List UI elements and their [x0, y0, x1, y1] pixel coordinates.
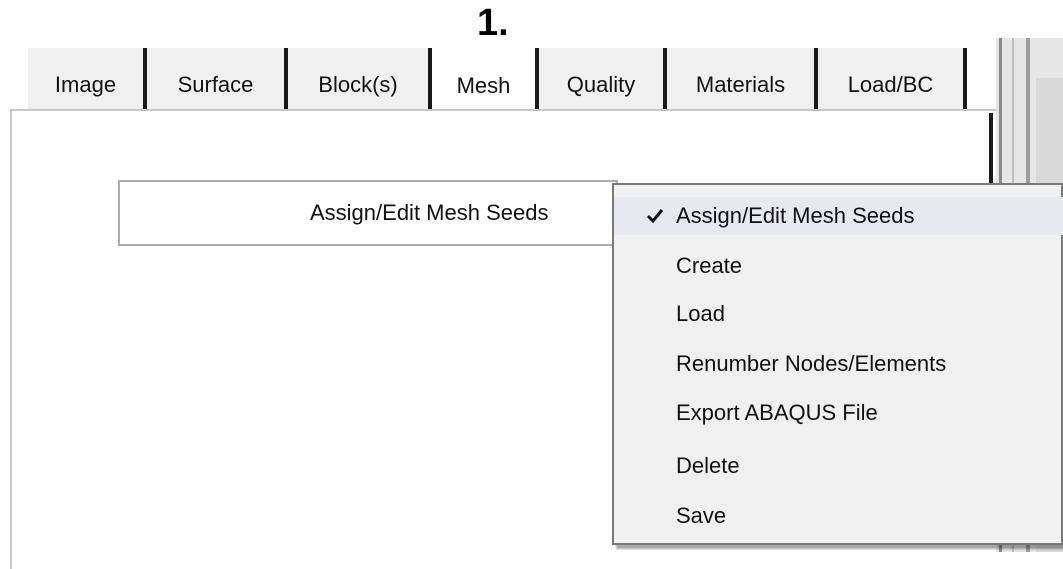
menu-item-label: Export ABAQUS File: [676, 400, 878, 425]
tab-surface[interactable]: Surface: [147, 48, 288, 111]
tab-blocks[interactable]: Block(s): [288, 48, 432, 111]
menu-item-delete[interactable]: Delete: [614, 447, 1063, 485]
tab-load-bc[interactable]: Load/BC: [818, 48, 967, 111]
menu-item-label: Assign/Edit Mesh Seeds: [676, 203, 915, 228]
menu-item-renumber-nodes-elements[interactable]: Renumber Nodes/Elements: [614, 345, 1063, 383]
menu-item-create[interactable]: Create: [614, 247, 1063, 285]
check-icon: [646, 197, 666, 235]
menu-item-assign-edit-mesh-seeds[interactable]: Assign/Edit Mesh Seeds: [614, 197, 1063, 235]
step-1-annotation: 1.: [477, 2, 509, 44]
menu-item-label: Create: [676, 253, 743, 278]
menu-item-save[interactable]: Save: [614, 497, 1063, 535]
menu-item-load[interactable]: Load: [614, 295, 1063, 333]
mesh-action-menu: Assign/Edit Mesh Seeds Create Load Renum…: [612, 183, 1063, 545]
menu-item-label: Delete: [676, 453, 740, 478]
menu-item-export-abaqus-file[interactable]: Export ABAQUS File: [614, 394, 1063, 432]
menu-item-label: Save: [676, 503, 727, 528]
tab-materials[interactable]: Materials: [667, 48, 818, 111]
dropdown-selected-value: Assign/Edit Mesh Seeds: [310, 200, 549, 225]
mesh-action-dropdown[interactable]: Assign/Edit Mesh Seeds: [118, 180, 618, 246]
menu-item-label: Renumber Nodes/Elements: [676, 351, 947, 376]
tab-mesh[interactable]: Mesh: [432, 48, 539, 114]
tab-quality[interactable]: Quality: [539, 48, 667, 111]
tab-image[interactable]: Image: [28, 48, 147, 111]
menu-item-label: Load: [676, 301, 725, 326]
